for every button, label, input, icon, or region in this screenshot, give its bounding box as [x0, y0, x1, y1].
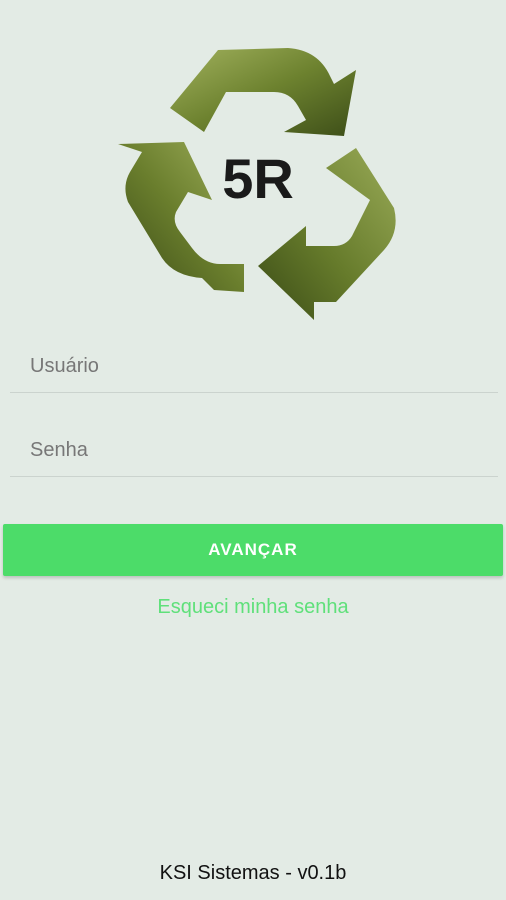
- recycle-icon: 5R: [118, 48, 396, 320]
- username-input[interactable]: [10, 340, 498, 392]
- app-logo: 5R: [108, 40, 400, 322]
- password-field[interactable]: [10, 424, 498, 477]
- advance-button[interactable]: AVANÇAR: [3, 524, 503, 576]
- username-field[interactable]: [10, 340, 498, 393]
- password-input[interactable]: [10, 424, 498, 476]
- footer-version: KSI Sistemas - v0.1b: [159, 862, 347, 884]
- logo-text: 5R: [222, 147, 294, 210]
- forgot-password-link[interactable]: Esqueci minha senha: [0, 596, 506, 619]
